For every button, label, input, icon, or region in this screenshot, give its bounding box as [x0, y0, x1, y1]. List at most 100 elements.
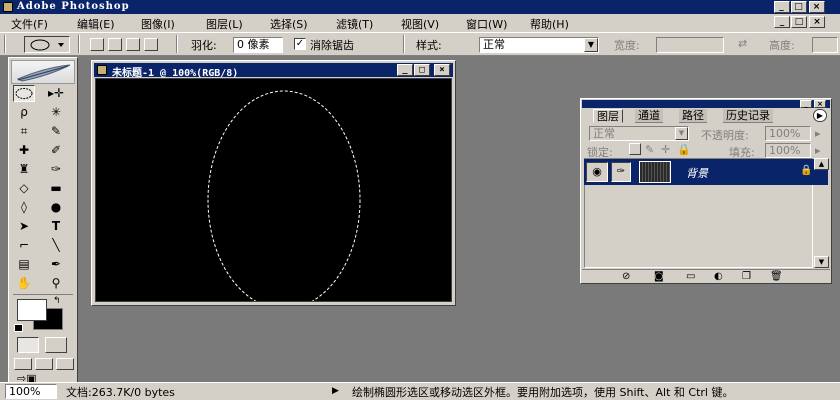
marquee-tool-icon[interactable]	[13, 85, 35, 102]
maximize-button[interactable]: □	[791, 1, 807, 13]
doc-minimize-button[interactable]: _	[774, 16, 790, 28]
type-tool-icon[interactable]: T	[45, 218, 67, 235]
document-maximize-button[interactable]: □	[414, 64, 430, 76]
clone-stamp-icon[interactable]: ♜	[13, 161, 35, 178]
lock-image-icon[interactable]: ✎	[645, 143, 654, 156]
foreground-color-swatch[interactable]	[17, 299, 47, 321]
lock-all-icon[interactable]: 🔒	[677, 143, 691, 156]
standard-mode-icon[interactable]	[17, 337, 39, 353]
palette-minimize-button[interactable]: _	[800, 100, 812, 108]
lock-transparent-icon[interactable]	[629, 143, 641, 155]
path-select-icon[interactable]: ➤	[13, 218, 35, 235]
doc-close-button[interactable]: ×	[809, 16, 825, 28]
menu-select[interactable]: 选择(S)	[270, 16, 308, 32]
healing-brush-icon[interactable]: ✚	[13, 142, 35, 159]
subtract-selection-icon[interactable]	[126, 38, 140, 51]
menu-bar: 文件(F) 编辑(E) 图像(I) 图层(L) 选择(S) 滤镜(T) 视图(V…	[0, 14, 840, 32]
blend-mode-select[interactable]: 正常 ▼	[589, 126, 689, 141]
layer-row[interactable]: ◉ ✑ 背景 🔒	[584, 159, 828, 185]
gradient-tool-icon[interactable]: ▬	[45, 180, 67, 197]
move-tool-icon[interactable]: ▸✛	[45, 85, 67, 102]
document-close-button[interactable]: ×	[434, 64, 450, 76]
adjustment-layer-icon[interactable]: ◐	[714, 272, 723, 282]
menu-help[interactable]: 帮助(H)	[530, 16, 569, 32]
document-size-info: 文档:263.7K/0 bytes	[66, 386, 175, 399]
quick-mask-icon[interactable]	[45, 337, 67, 353]
line-tool-icon[interactable]: ╲	[45, 237, 67, 254]
pen-tool-icon[interactable]: ⌐	[13, 237, 35, 254]
options-separator	[78, 35, 80, 53]
layer-name: 背景	[686, 167, 708, 180]
style-select[interactable]: 正常 ▼	[479, 37, 599, 53]
ellipse-marquee-icon	[30, 39, 64, 51]
scroll-up-arrow[interactable]: ▲	[814, 158, 829, 170]
palette-menu-icon[interactable]: ▶	[813, 109, 827, 122]
document-minimize-button[interactable]: _	[397, 64, 413, 76]
tab-channels[interactable]: 通道	[635, 109, 663, 123]
image-canvas[interactable]	[95, 78, 452, 310]
close-button[interactable]: ×	[809, 1, 825, 13]
status-arrow-icon[interactable]: ▶	[332, 386, 339, 396]
lasso-tool-icon[interactable]: ρ	[13, 104, 35, 121]
opacity-input[interactable]: 100%	[765, 126, 811, 141]
document-title-bar: 未标题-1 @ 100%(RGB/8) _ □ ×	[94, 63, 453, 79]
screen-mode-standard-icon[interactable]	[14, 358, 32, 370]
menu-filter[interactable]: 滤镜(T)	[336, 16, 373, 32]
doc-restore-button[interactable]: □	[791, 16, 807, 28]
layer-style-icon[interactable]: ⊘	[622, 272, 630, 282]
tab-paths[interactable]: 路径	[679, 109, 707, 123]
blur-tool-icon[interactable]: ◊	[13, 199, 35, 216]
layer-mask-icon[interactable]: ◙	[654, 272, 664, 282]
palette-close-button[interactable]: ×	[814, 100, 826, 108]
antialias-checkbox[interactable]: ✓	[294, 38, 306, 50]
tab-history[interactable]: 历史记录	[723, 109, 773, 123]
fill-arrow-icon[interactable]: ▸	[815, 144, 821, 157]
menu-view[interactable]: 视图(V)	[401, 16, 439, 32]
eyedropper-tool-icon[interactable]: ✒	[45, 256, 67, 273]
screen-mode-full-icon[interactable]	[56, 358, 74, 370]
chevron-down-icon[interactable]: ▼	[584, 38, 598, 52]
swap-colors-icon[interactable]: ↰	[53, 296, 61, 306]
crop-tool-icon[interactable]: ⌗	[13, 123, 35, 140]
notes-tool-icon[interactable]: ▤	[13, 256, 35, 273]
zoom-level-input[interactable]: 100%	[5, 384, 57, 399]
tool-preset-picker[interactable]	[24, 36, 70, 53]
feather-input[interactable]: 0 像素	[233, 37, 283, 53]
slice-tool-icon[interactable]: ✎	[45, 123, 67, 140]
menu-edit[interactable]: 编辑(E)	[77, 16, 115, 32]
screen-mode-full-menu-icon[interactable]	[35, 358, 53, 370]
photoshop-app-icon	[3, 2, 13, 12]
height-input[interactable]	[812, 37, 838, 53]
intersect-selection-icon[interactable]	[144, 38, 158, 51]
new-group-icon[interactable]: ▭	[686, 272, 695, 282]
opacity-arrow-icon[interactable]: ▸	[815, 127, 821, 140]
minimize-button[interactable]: _	[774, 1, 790, 13]
new-selection-icon[interactable]	[90, 38, 104, 51]
brush-link-icon[interactable]: ✑	[611, 162, 631, 182]
scroll-down-arrow[interactable]: ▼	[814, 256, 829, 268]
width-input[interactable]	[656, 37, 724, 53]
feather-label: 羽化:	[191, 39, 217, 52]
menu-layer[interactable]: 图层(L)	[206, 16, 243, 32]
new-layer-icon[interactable]: ❐	[742, 272, 751, 282]
swap-width-height-icon[interactable]: ⇄	[738, 37, 747, 50]
chevron-down-icon[interactable]: ▼	[675, 127, 688, 140]
menu-file[interactable]: 文件(F)	[11, 16, 48, 32]
lock-position-icon[interactable]: ✛	[661, 143, 670, 156]
delete-layer-icon[interactable]: 🗑	[770, 272, 783, 282]
eraser-tool-icon[interactable]: ◇	[13, 180, 35, 197]
default-colors-icon[interactable]	[14, 324, 23, 332]
tab-layers[interactable]: 图层	[593, 109, 623, 123]
fill-input[interactable]: 100%	[765, 143, 811, 158]
menu-window[interactable]: 窗口(W)	[466, 16, 507, 32]
hand-tool-icon[interactable]: ✋	[13, 275, 35, 292]
magic-wand-icon[interactable]: ✳	[45, 104, 67, 121]
zoom-tool-icon[interactable]: ⚲	[45, 275, 67, 292]
eye-visibility-icon[interactable]: ◉	[586, 162, 608, 182]
dodge-tool-icon[interactable]: ●	[45, 199, 67, 216]
add-to-selection-icon[interactable]	[108, 38, 122, 51]
menu-image[interactable]: 图像(I)	[141, 16, 175, 32]
brush-tool-icon[interactable]: ✐	[45, 142, 67, 159]
history-brush-icon[interactable]: ✑	[45, 161, 67, 178]
elliptical-selection-marquee	[207, 90, 361, 310]
